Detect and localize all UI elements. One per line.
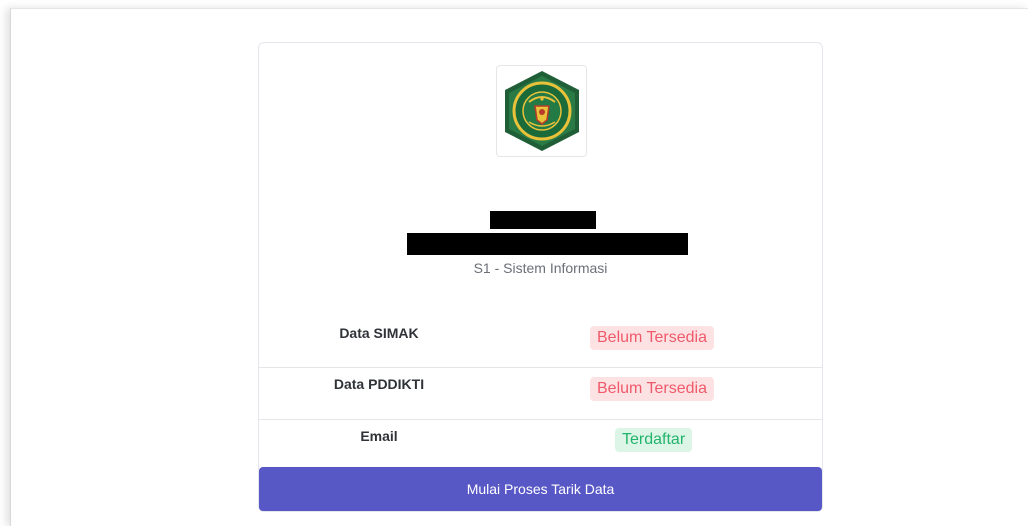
- university-logo: [496, 65, 587, 157]
- status-row-label: Data PDDIKTI: [333, 376, 425, 392]
- status-badge: Belum Tersedia: [590, 326, 714, 350]
- status-badge: Belum Tersedia: [590, 377, 714, 401]
- status-row-email: Email Terdaftar: [259, 419, 822, 471]
- student-id-redacted: [407, 233, 688, 255]
- university-seal-icon: [504, 71, 579, 151]
- status-row-label: Data SIMAK: [339, 325, 419, 341]
- status-badge: Terdaftar: [615, 428, 693, 452]
- student-card: S1 - Sistem Informasi Data SIMAK Belum T…: [258, 42, 823, 512]
- status-row-simak: Data SIMAK Belum Tersedia: [259, 315, 822, 368]
- status-row-label: Email: [360, 428, 398, 444]
- study-program: S1 - Sistem Informasi: [473, 260, 608, 276]
- start-pull-data-button[interactable]: Mulai Proses Tarik Data: [259, 467, 822, 511]
- status-row-pddikti: Data PDDIKTI Belum Tersedia: [259, 367, 822, 420]
- window-frame: S1 - Sistem Informasi Data SIMAK Belum T…: [10, 8, 1028, 526]
- student-name-redacted: [490, 211, 596, 229]
